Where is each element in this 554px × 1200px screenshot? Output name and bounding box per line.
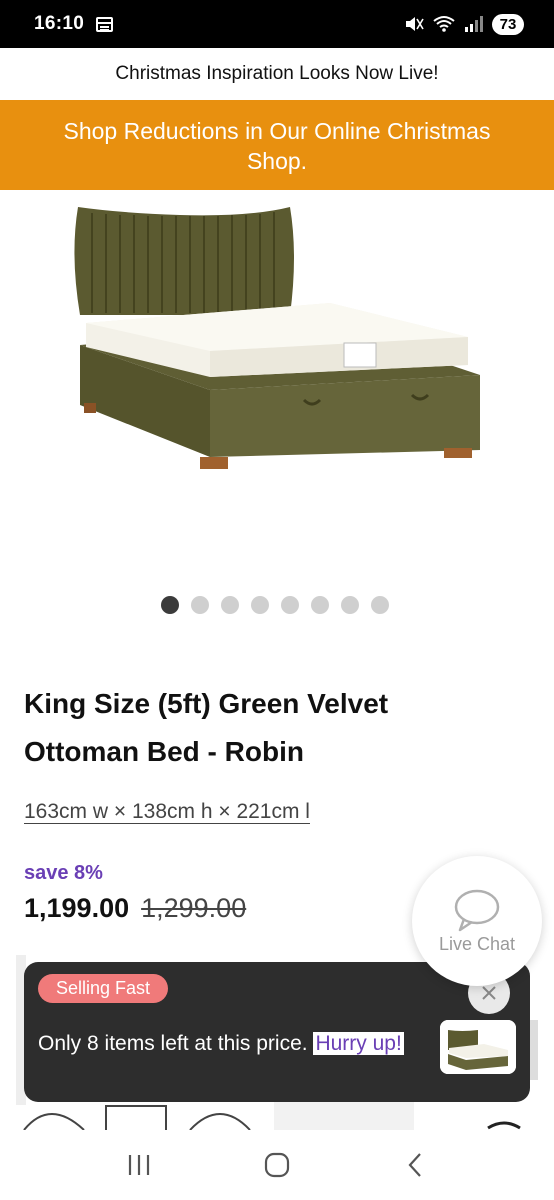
chat-bubble-icon <box>454 889 500 931</box>
partial-content-row <box>23 1100 521 1130</box>
save-label: save 8% <box>24 862 103 884</box>
carousel-dot[interactable] <box>251 596 269 614</box>
carousel-dot[interactable] <box>221 596 239 614</box>
carousel-dot[interactable] <box>191 596 209 614</box>
status-bar: 16:10 73 <box>0 0 554 48</box>
toast-product-thumbnail[interactable] <box>440 1020 516 1074</box>
selling-fast-toast[interactable]: Selling Fast Only 8 items left at this p… <box>24 962 530 1102</box>
toast-message-text: Only 8 items left at this price. <box>38 1032 308 1055</box>
image-carousel-dots <box>161 596 389 614</box>
price-row: 1,199.00 1,299.00 <box>24 893 246 924</box>
selling-fast-badge: Selling Fast <box>38 974 169 1003</box>
home-icon <box>264 1152 290 1178</box>
live-chat-button[interactable]: Live Chat <box>412 856 542 986</box>
back-icon <box>408 1153 421 1177</box>
signal-icon <box>465 16 483 32</box>
dimensions-link[interactable]: 163cm w × 138cm h × 221cm l <box>24 800 310 824</box>
wifi-icon <box>433 16 455 32</box>
toast-message: Only 8 items left at this price. Hurry u… <box>38 1032 404 1056</box>
carousel-dot[interactable] <box>311 596 329 614</box>
system-nav-bar <box>0 1130 554 1200</box>
hurry-up-link[interactable]: Hurry up! <box>313 1032 404 1055</box>
status-time: 16:10 <box>34 13 85 34</box>
product-title: King Size (5ft) Green Velvet Ottoman Bed… <box>24 688 389 767</box>
recent-apps-button[interactable] <box>109 1140 169 1190</box>
recent-apps-icon <box>128 1155 150 1175</box>
current-price: 1,199.00 <box>24 893 130 923</box>
mute-icon <box>406 17 424 31</box>
promo-banner-orange[interactable]: Shop Reductions in Our Online Christmas … <box>0 100 554 190</box>
home-button[interactable] <box>247 1140 307 1190</box>
original-price: 1,299.00 <box>141 893 247 923</box>
product-image[interactable] <box>60 195 500 495</box>
calendar-icon <box>96 16 114 32</box>
carousel-dot-active[interactable] <box>161 596 179 614</box>
live-chat-label: Live Chat <box>438 933 516 954</box>
carousel-dot[interactable] <box>341 596 359 614</box>
background-strip-right <box>530 1020 538 1080</box>
carousel-dot[interactable] <box>371 596 389 614</box>
close-icon <box>482 986 496 1000</box>
back-button[interactable] <box>385 1140 445 1190</box>
promo-banner-top[interactable]: Christmas Inspiration Looks Now Live! <box>0 48 554 100</box>
battery-badge: 73 <box>492 13 524 35</box>
status-icons: 73 <box>404 13 524 35</box>
carousel-dot[interactable] <box>281 596 299 614</box>
